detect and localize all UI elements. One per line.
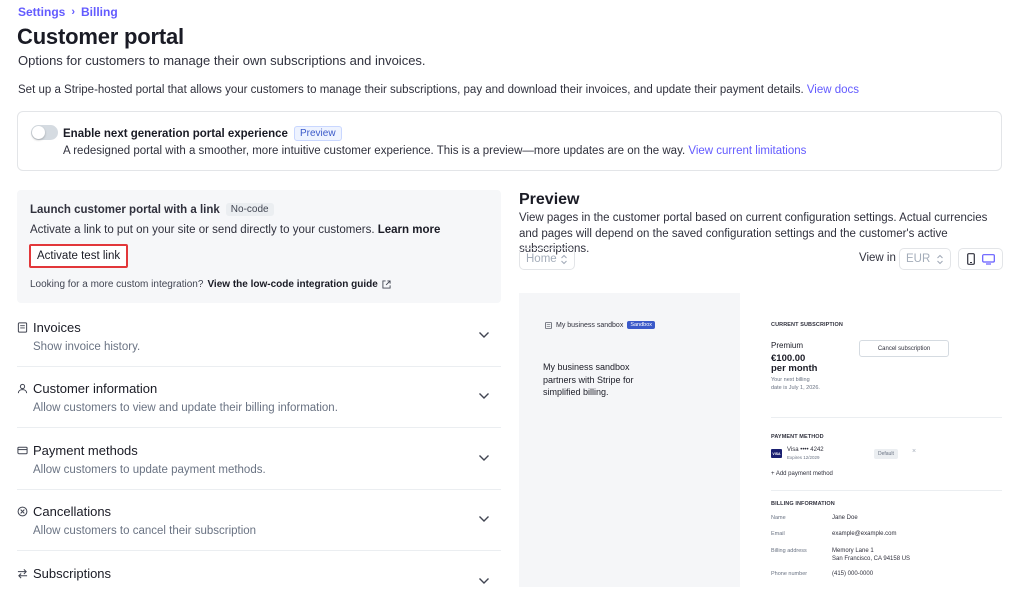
- preview-badge: Preview: [293, 126, 342, 141]
- mock-name-value: Jane Doe: [832, 515, 858, 521]
- portal-preview-content: CURRENT SUBSCRIPTION Premium €100.00 per…: [771, 293, 1002, 587]
- mock-payment-method-label: PAYMENT METHOD: [771, 434, 824, 440]
- page-select[interactable]: Home: [519, 248, 575, 270]
- section-subscriptions[interactable]: Subscriptions: [17, 551, 501, 597]
- mock-sandbox-badge: Sandbox: [627, 321, 656, 329]
- portal-preview-sidebar: My business sandbox Sandbox My business …: [519, 293, 740, 587]
- card-icon: [17, 446, 28, 455]
- preview-title: Preview: [519, 191, 580, 208]
- chevron-down-icon[interactable]: [478, 454, 490, 462]
- external-link-icon: [382, 280, 391, 289]
- section-title: Subscriptions: [33, 566, 112, 581]
- view-in-label: View in: [859, 252, 896, 264]
- section-invoices[interactable]: Invoices Show invoice history.: [17, 305, 501, 367]
- mock-tagline: My business sandbox partners with Stripe…: [543, 362, 634, 397]
- mock-cancel-subscription-button: Cancel subscription: [859, 340, 949, 357]
- section-title: Payment methods: [33, 443, 138, 458]
- activate-test-link-button[interactable]: Activate test link: [29, 244, 129, 268]
- mock-next-billing: Your next billing date is July 1, 2026.: [771, 377, 820, 391]
- mock-price: €100.00 per month: [771, 354, 841, 374]
- launch-description-text: Activate a link to put on your site or s…: [30, 224, 375, 236]
- select-arrows-icon: [937, 254, 943, 265]
- page-subtitle: Options for customers to manage their ow…: [18, 53, 426, 68]
- mock-price-period: per month: [771, 363, 818, 374]
- mock-divider: [771, 417, 1002, 418]
- launch-title: Launch customer portal with a link No-co…: [30, 203, 274, 216]
- section-title: Customer information: [33, 381, 158, 396]
- intro-text-body: Set up a Stripe-hosted portal that allow…: [18, 84, 804, 96]
- lowcode-text: Looking for a more custom integration?: [30, 279, 204, 290]
- mock-address-line1: Memory Lane 1: [832, 548, 874, 554]
- page-title: Customer portal: [17, 24, 184, 49]
- invoice-icon: [17, 322, 28, 333]
- section-cancellations[interactable]: Cancellations Allow customers to cancel …: [17, 489, 501, 551]
- mock-default-badge: Default: [874, 449, 898, 459]
- mock-add-payment-method: + Add payment method: [771, 471, 833, 477]
- breadcrumb-separator: ›: [71, 6, 76, 18]
- mock-address-label: Billing address: [771, 548, 807, 554]
- lowcode-guide-link[interactable]: View the low-code integration guide: [207, 279, 377, 290]
- view-docs-link[interactable]: View docs: [807, 84, 859, 96]
- mock-phone-value: (415) 000-0000: [832, 571, 874, 577]
- section-description: Show invoice history.: [33, 341, 141, 353]
- section-payment-methods[interactable]: Payment methods Allow customers to updat…: [17, 428, 501, 490]
- toggle-knob: [32, 126, 45, 139]
- mock-divider: [771, 490, 1002, 491]
- nextgen-description-text: A redesigned portal with a smoother, mor…: [63, 145, 686, 157]
- nextgen-title-text: Enable next generation portal experience: [63, 127, 288, 140]
- section-customer-information[interactable]: Customer information Allow customers to …: [17, 366, 501, 428]
- learn-more-link[interactable]: Learn more: [378, 224, 441, 236]
- mock-phone-label: Phone number: [771, 571, 808, 577]
- nextgen-portal-box: Enable next generation portal experience…: [17, 111, 1002, 171]
- launch-link-panel: Launch customer portal with a link No-co…: [17, 190, 501, 303]
- page-select-value: Home: [526, 253, 557, 265]
- section-description: Allow customers to view and update their…: [33, 402, 338, 414]
- currency-select[interactable]: EUR: [899, 248, 951, 270]
- visa-card-icon: VISA: [771, 449, 782, 458]
- mock-billing-info-label: BILLING INFORMATION: [771, 501, 835, 507]
- mock-name-label: Name: [771, 515, 786, 521]
- section-description: Allow customers to cancel their subscrip…: [33, 525, 257, 537]
- no-code-badge: No-code: [225, 203, 274, 216]
- portal-preview: My business sandbox Sandbox My business …: [519, 293, 1002, 587]
- section-title: Cancellations: [33, 504, 112, 519]
- chevron-down-icon[interactable]: [478, 577, 490, 585]
- breadcrumb-settings[interactable]: Settings: [18, 5, 65, 19]
- view-limitations-link[interactable]: View current limitations: [688, 145, 806, 157]
- mock-plan-name: Premium: [771, 341, 804, 350]
- section-description: Allow customers to update payment method…: [33, 464, 266, 476]
- person-icon: [17, 383, 28, 394]
- breadcrumb-billing[interactable]: Billing: [81, 5, 118, 19]
- nextgen-toggle[interactable]: [31, 125, 58, 140]
- device-toggle: [958, 248, 1003, 270]
- launch-title-text: Launch customer portal with a link: [30, 203, 220, 216]
- launch-description: Activate a link to put on your site or s…: [30, 224, 440, 236]
- mock-card-expiry: Expires 12/2029: [787, 455, 820, 460]
- mock-email-value: example@example.com: [832, 531, 897, 537]
- business-icon: [545, 321, 552, 329]
- mock-email-label: Email: [771, 531, 785, 537]
- section-title: Invoices: [33, 320, 81, 335]
- cancel-circle-icon: [17, 506, 28, 517]
- mock-business-name: My business sandbox: [556, 321, 624, 329]
- chevron-down-icon[interactable]: [478, 515, 490, 523]
- nextgen-description: A redesigned portal with a smoother, mor…: [63, 145, 806, 157]
- remove-card-icon: ×: [912, 448, 917, 455]
- mock-address-value: Memory Lane 1 San Francisco, CA 94158 US: [832, 548, 910, 563]
- swap-arrows-icon: [17, 569, 28, 579]
- currency-select-value: EUR: [906, 253, 931, 265]
- mock-card-number: Visa •••• 4242: [787, 447, 824, 453]
- mobile-device-icon[interactable]: [966, 253, 975, 265]
- mock-address-line2: San Francisco, CA 94158 US: [832, 555, 911, 562]
- chevron-down-icon[interactable]: [478, 392, 490, 400]
- lowcode-guide-row: Looking for a more custom integration? V…: [30, 279, 391, 290]
- intro-text: Set up a Stripe-hosted portal that allow…: [18, 84, 859, 96]
- select-arrows-icon: [561, 254, 567, 265]
- breadcrumb: Settings › Billing: [18, 5, 118, 19]
- desktop-device-icon[interactable]: [981, 253, 995, 265]
- chevron-down-icon[interactable]: [478, 331, 490, 339]
- nextgen-title: Enable next generation portal experience…: [63, 126, 342, 141]
- mock-current-subscription-label: CURRENT SUBSCRIPTION: [771, 322, 843, 328]
- mock-business-header: My business sandbox Sandbox: [545, 321, 656, 329]
